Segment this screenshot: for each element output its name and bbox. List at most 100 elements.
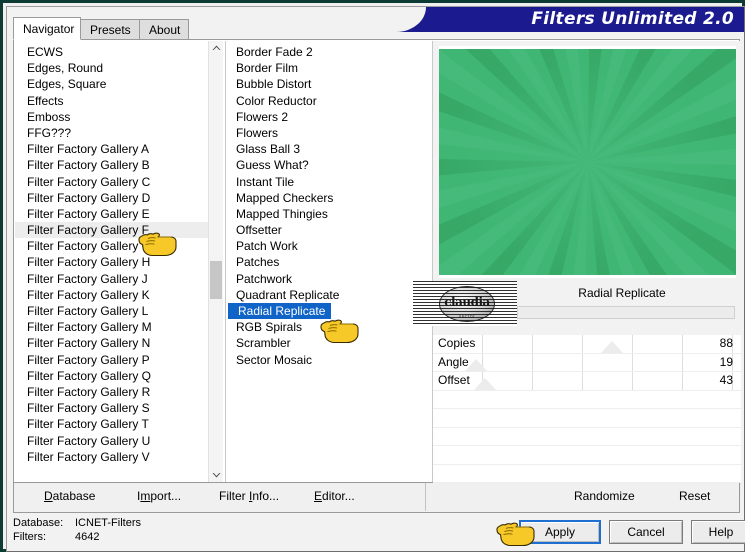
- editor-button[interactable]: Editor...: [314, 489, 355, 503]
- navigator-tab-page: ECWS Edges, Round Edges, Square Effects Embo…: [13, 39, 741, 495]
- filter-list-item[interactable]: Glass Ball 3: [226, 141, 431, 157]
- category-list-item[interactable]: Edges, Round: [15, 60, 223, 76]
- category-list[interactable]: ECWS Edges, Round Edges, Square Effects Embo…: [15, 44, 223, 465]
- parameter-slider-marker[interactable]: [474, 377, 497, 390]
- filter-list-item[interactable]: Instant Tile: [226, 174, 431, 190]
- radial-rays-graphic: [439, 49, 736, 275]
- preview-frame: [439, 46, 736, 278]
- help-button[interactable]: Help: [691, 520, 745, 544]
- database-button[interactable]: Database: [44, 489, 95, 503]
- filter-list-item[interactable]: Mapped Thingies: [226, 206, 431, 222]
- filter-list-pane[interactable]: Border Fade 2 Border Film Bubble Distort Co…: [225, 41, 431, 482]
- category-list-item[interactable]: Filter Factory Gallery K: [15, 287, 223, 303]
- category-list-item[interactable]: Filter Factory Gallery G: [15, 238, 223, 254]
- reset-button[interactable]: Reset: [679, 489, 710, 503]
- parameter-row-empty: [433, 446, 741, 465]
- cancel-button[interactable]: Cancel: [609, 520, 683, 544]
- parameter-label: Angle: [438, 354, 469, 369]
- parameter-row[interactable]: Copies 88: [433, 335, 741, 354]
- parameter-slider-marker[interactable]: [600, 340, 623, 353]
- category-list-item[interactable]: Filter Factory Gallery V: [15, 449, 223, 465]
- filter-list-item[interactable]: Guess What?: [226, 157, 431, 173]
- category-list-item[interactable]: Filter Factory Gallery H: [15, 254, 223, 270]
- filter-list-item[interactable]: Offsetter: [226, 222, 431, 238]
- category-list-item[interactable]: Filter Factory Gallery C: [15, 174, 223, 190]
- parameter-row-empty: [433, 427, 741, 446]
- status-filters-label: Filters:: [13, 531, 46, 543]
- scroll-thumb[interactable]: [210, 261, 222, 299]
- parameter-row-empty: [433, 464, 741, 483]
- category-list-item[interactable]: Filter Factory Gallery D: [15, 190, 223, 206]
- tab-about[interactable]: About: [139, 19, 189, 39]
- tab-navigator[interactable]: Navigator: [13, 17, 81, 40]
- filter-list-item[interactable]: Color Reductor: [226, 93, 431, 109]
- parameter-row-empty: [433, 409, 741, 428]
- parameter-value: 88: [719, 336, 733, 350]
- import-button[interactable]: Import...: [137, 489, 181, 503]
- filter-progress-bar: [517, 306, 735, 319]
- category-list-pane[interactable]: ECWS Edges, Round Edges, Square Effects Embo…: [15, 41, 223, 482]
- category-list-item[interactable]: Filter Factory Gallery L: [15, 303, 223, 319]
- preview-and-params-column: claudia vector Radial Replicate Copies 88…: [413, 41, 741, 495]
- hand-cursor-apply: [495, 521, 535, 547]
- filters-unlimited-window: Filters Unlimited 2.0 Navigator Presets Ab…: [0, 0, 745, 552]
- category-list-item[interactable]: Filter Factory Gallery Q: [15, 368, 223, 384]
- category-list-item[interactable]: Filter Factory Gallery M: [15, 319, 223, 335]
- window-inner-frame: Filters Unlimited 2.0 Navigator Presets Ab…: [6, 6, 745, 552]
- status-database-label: Database:: [13, 517, 64, 529]
- category-list-item[interactable]: Emboss: [15, 109, 223, 125]
- filter-list-item[interactable]: Patch Work: [226, 238, 431, 254]
- thumbnail-scanlines: [413, 281, 517, 326]
- hand-cursor-category: [137, 231, 177, 257]
- category-list-item[interactable]: Filter Factory Gallery F: [15, 222, 223, 239]
- filter-list-item[interactable]: Border Film: [226, 60, 431, 76]
- filter-preview-image[interactable]: [439, 49, 736, 275]
- parameter-row[interactable]: Offset 43: [433, 372, 741, 391]
- filter-info-button[interactable]: Filter Info...: [219, 489, 279, 503]
- thumbnail-image: claudia vector: [413, 281, 517, 326]
- filter-list-item[interactable]: Bubble Distort: [226, 76, 431, 92]
- parameter-value: 43: [719, 373, 733, 387]
- parameter-value: 19: [719, 354, 733, 369]
- category-list-item[interactable]: Filter Factory Gallery U: [15, 433, 223, 449]
- category-list-item[interactable]: Filter Factory Gallery N: [15, 335, 223, 351]
- category-list-item[interactable]: ECWS: [15, 44, 223, 60]
- filter-list-item[interactable]: Sector Mosaic: [226, 352, 431, 368]
- category-list-item[interactable]: Filter Factory Gallery B: [15, 157, 223, 173]
- filter-list-item[interactable]: Border Fade 2: [226, 44, 431, 60]
- parameter-list: Copies 88 Angle 19 Offset 43: [433, 335, 741, 495]
- category-list-item[interactable]: Edges, Square: [15, 76, 223, 92]
- scroll-down-arrow-icon[interactable]: [209, 468, 223, 482]
- filter-list-item[interactable]: Flowers: [226, 125, 431, 141]
- parameter-tick-marks: [433, 335, 741, 353]
- category-list-item[interactable]: Filter Factory Gallery A: [15, 141, 223, 157]
- action-row-divider: [425, 483, 426, 511]
- tab-presets[interactable]: Presets: [80, 19, 140, 39]
- category-list-item[interactable]: Filter Factory Gallery R: [15, 384, 223, 400]
- randomize-button[interactable]: Randomize: [574, 489, 635, 503]
- filter-list-item[interactable]: Patchwork: [226, 271, 431, 287]
- status-bar: Database: ICNET-Filters Filters: 4642 Ap…: [13, 515, 745, 551]
- status-database-value: ICNET-Filters: [75, 517, 141, 529]
- filter-list-item[interactable]: Mapped Checkers: [226, 190, 431, 206]
- scroll-up-arrow-icon[interactable]: [209, 41, 223, 55]
- parameter-label: Offset: [438, 373, 470, 387]
- current-filter-name: Radial Replicate: [578, 286, 666, 300]
- status-filters-value: 4642: [75, 531, 100, 543]
- filter-list-item-selected[interactable]: Radial Replicate: [228, 303, 332, 319]
- filter-list-item[interactable]: Radial Replicate: [226, 303, 431, 319]
- category-list-item[interactable]: Filter Factory Gallery E: [15, 206, 223, 222]
- parameter-row[interactable]: Angle 19: [433, 353, 741, 372]
- category-list-item[interactable]: Filter Factory Gallery S: [15, 400, 223, 416]
- app-title-text: Filters Unlimited 2.0: [531, 9, 734, 29]
- category-list-item[interactable]: Effects: [15, 93, 223, 109]
- filter-list-item[interactable]: Flowers 2: [226, 109, 431, 125]
- category-list-item[interactable]: FFG???: [15, 125, 223, 141]
- category-list-scrollbar[interactable]: [208, 41, 223, 482]
- category-list-item[interactable]: Filter Factory Gallery T: [15, 416, 223, 432]
- category-list-item[interactable]: Filter Factory Gallery J: [15, 271, 223, 287]
- category-list-item[interactable]: Filter Factory Gallery P: [15, 352, 223, 368]
- filter-list-item[interactable]: Patches: [226, 254, 431, 270]
- filter-list-item[interactable]: Quadrant Replicate: [226, 287, 431, 303]
- hand-cursor-filter: [319, 318, 359, 344]
